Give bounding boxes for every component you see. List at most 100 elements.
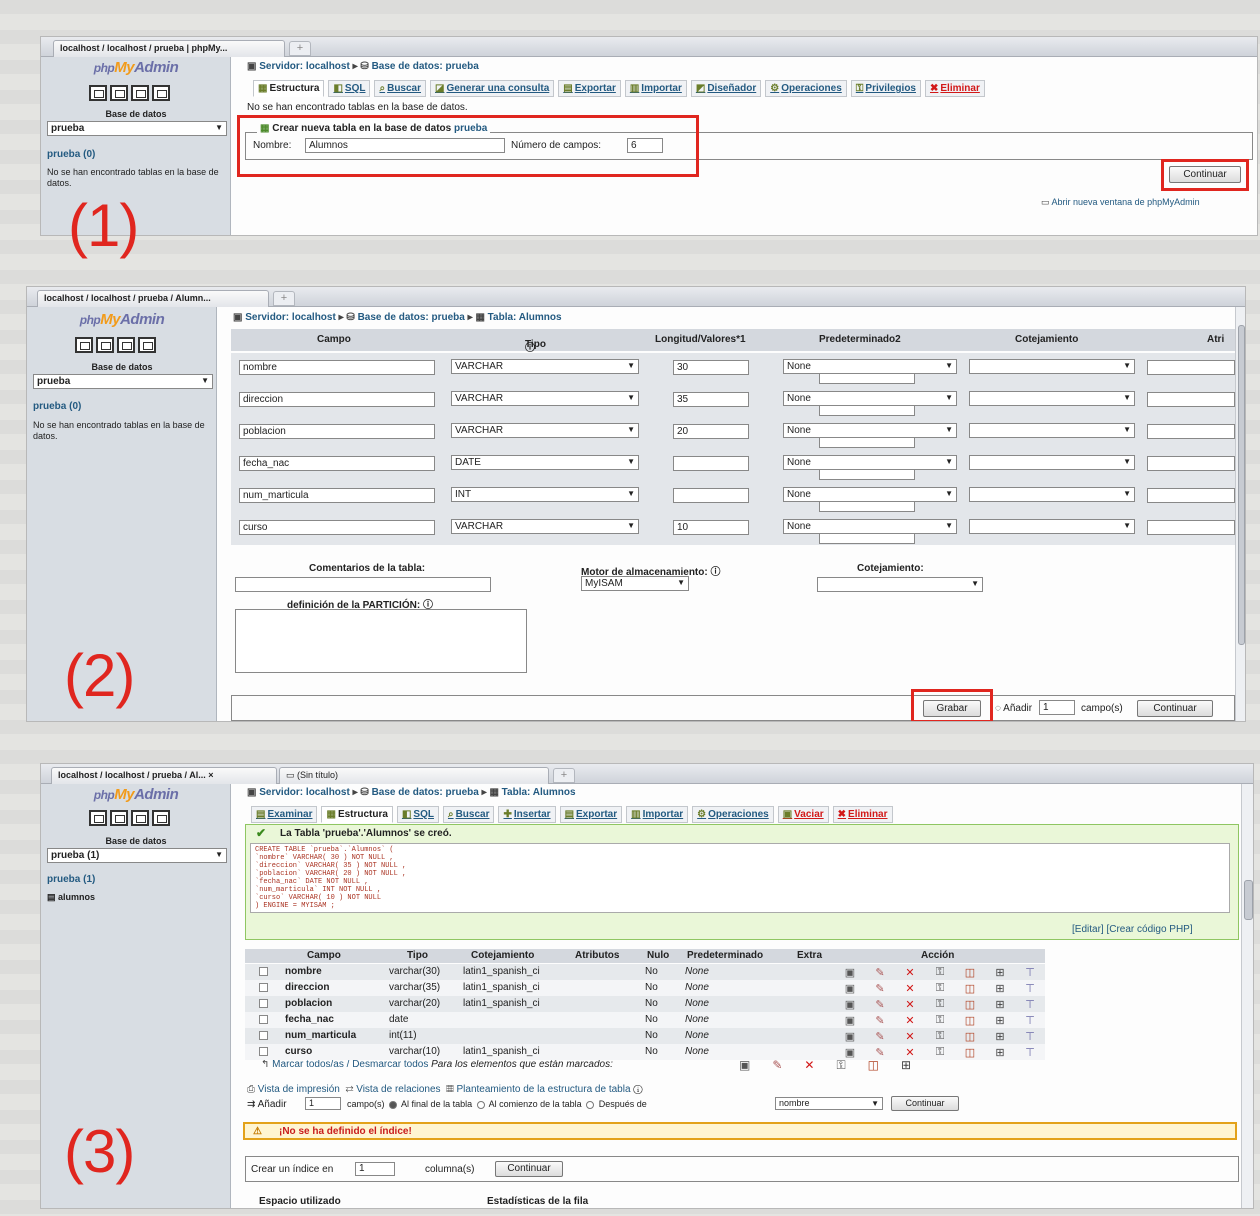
print-view-link[interactable]: Vista de impresión [258, 1084, 340, 1095]
breadcrumb-server[interactable]: Servidor: localhost [259, 787, 350, 798]
edit-icon[interactable]: ✎ [873, 982, 887, 995]
help-icon[interactable] [138, 337, 156, 353]
fulltext-icon[interactable]: ⊤ [1023, 966, 1037, 979]
table-link-alumnos[interactable]: ▤ alumnos [47, 892, 95, 903]
phpmyadmin-logo[interactable]: phpMyAdmin [27, 311, 217, 328]
row-checkbox[interactable] [259, 999, 268, 1008]
query-window-icon[interactable] [96, 337, 114, 353]
primary-icon[interactable]: ⚿ [836, 1058, 867, 1072]
browse-icon[interactable]: ▣ [843, 966, 857, 979]
table-collation-select[interactable] [817, 577, 983, 592]
tab-structure[interactable]: ▦ Estructura [321, 806, 393, 823]
breadcrumb-table[interactable]: Tabla: Alumnos [488, 312, 562, 323]
primary-icon[interactable]: ⚿ [933, 998, 947, 1011]
browser-tab[interactable]: localhost / localhost / prueba / Alumn..… [37, 290, 269, 307]
edit-icon[interactable]: ✎ [873, 1030, 887, 1043]
primary-icon[interactable]: ⚿ [933, 966, 947, 979]
unique-icon[interactable]: ◫ [868, 1058, 901, 1072]
field-name-input[interactable]: poblacion [239, 424, 435, 439]
field-type-select[interactable]: VARCHAR [451, 423, 639, 438]
field-type-select[interactable]: DATE [451, 455, 639, 470]
vertical-scrollbar[interactable] [1241, 784, 1253, 1208]
index-icon[interactable]: ⊞ [901, 1058, 933, 1072]
tab-privileges[interactable]: ⚿ Privilegios [850, 80, 921, 97]
add-fields-input[interactable]: 1 [305, 1097, 341, 1110]
radio-at-start[interactable] [476, 1100, 485, 1109]
field-default-select[interactable]: None [783, 487, 957, 502]
primary-icon[interactable]: ⚿ [933, 982, 947, 995]
row-checkbox[interactable] [259, 1047, 268, 1056]
unique-icon[interactable]: ◫ [963, 1030, 977, 1043]
index-columns-input[interactable]: 1 [355, 1162, 395, 1176]
drop-icon[interactable]: ✕ [903, 1014, 917, 1027]
db-link[interactable]: prueba (1) [47, 874, 95, 885]
tab-designer[interactable]: ◩ Diseñador [690, 80, 762, 97]
field-name-input[interactable]: num_marticula [239, 488, 435, 503]
new-tab-button[interactable]: + [289, 41, 311, 56]
tab-operations[interactable]: ⚙ Operaciones [765, 80, 847, 97]
tab-structure[interactable]: ▦ Estructura [253, 80, 325, 97]
breadcrumb-server[interactable]: Servidor: localhost [245, 312, 336, 323]
phpmyadmin-logo[interactable]: phpMyAdmin [41, 59, 231, 76]
tab-drop[interactable]: ✖ Eliminar [924, 80, 985, 97]
home-icon[interactable] [75, 337, 93, 353]
index-icon[interactable]: ⊞ [993, 1046, 1007, 1059]
field-default-select[interactable]: None [783, 359, 957, 374]
drop-icon[interactable]: ✕ [903, 998, 917, 1011]
field-collation-select[interactable] [969, 519, 1135, 534]
tab-query[interactable]: ◪ Generar una consulta [430, 80, 555, 97]
db-select[interactable]: prueba [47, 121, 227, 136]
browser-tab[interactable]: localhost / localhost / prueba | phpMy..… [53, 40, 285, 57]
help-icon[interactable]: ⓘ [525, 339, 535, 354]
field-type-select[interactable]: VARCHAR [451, 391, 639, 406]
field-type-select[interactable]: INT [451, 487, 639, 502]
drop-icon[interactable]: ✕ [903, 1046, 917, 1059]
field-default-select[interactable]: None [783, 455, 957, 470]
help-icon[interactable] [152, 85, 170, 101]
breadcrumb-db[interactable]: Base de datos: prueba [372, 61, 479, 72]
scrollbar-thumb[interactable] [1244, 880, 1253, 920]
field-type-select[interactable]: VARCHAR [451, 359, 639, 374]
query-window-icon[interactable] [110, 810, 128, 826]
unique-icon[interactable]: ◫ [963, 998, 977, 1011]
browse-icon[interactable]: ▣ [739, 1058, 772, 1072]
query-window-icon[interactable] [110, 85, 128, 101]
tab-empty[interactable]: ▣ Vaciar [777, 806, 829, 823]
field-collation-select[interactable] [969, 391, 1135, 406]
tab-sql[interactable]: ◧ SQL [328, 80, 371, 97]
field-collation-select[interactable] [969, 487, 1135, 502]
browse-icon[interactable]: ▣ [843, 1046, 857, 1059]
db-link[interactable]: prueba (0) [47, 149, 95, 160]
field-collation-select[interactable] [969, 455, 1135, 470]
edit-icon[interactable]: ✎ [873, 1046, 887, 1059]
tab-sql[interactable]: ◧ SQL [396, 806, 439, 823]
field-length-input[interactable] [673, 488, 749, 503]
field-length-input[interactable]: 20 [673, 424, 749, 439]
field-name-input[interactable]: curso [239, 520, 435, 535]
index-continue-button[interactable]: Continuar [495, 1161, 563, 1177]
fulltext-icon[interactable]: ⊤ [1023, 1046, 1037, 1059]
browser-tab[interactable]: localhost / localhost / prueba / Al... × [51, 767, 277, 784]
tab-operations[interactable]: ⚙ Operaciones [692, 806, 774, 823]
field-default-value-input[interactable] [819, 405, 915, 416]
field-collation-select[interactable] [969, 423, 1135, 438]
fulltext-icon[interactable]: ⊤ [1023, 998, 1037, 1011]
breadcrumb-table[interactable]: Tabla: Alumnos [502, 787, 576, 798]
breadcrumb-db[interactable]: Base de datos: prueba [358, 312, 465, 323]
field-name-input[interactable]: fecha_nac [239, 456, 435, 471]
docs-icon[interactable] [131, 810, 149, 826]
field-length-input[interactable] [673, 456, 749, 471]
field-default-select[interactable]: None [783, 423, 957, 438]
drop-icon[interactable]: ✕ [903, 1030, 917, 1043]
partition-textarea[interactable] [235, 609, 527, 673]
browse-icon[interactable]: ▣ [843, 982, 857, 995]
help-icon[interactable] [152, 810, 170, 826]
db-select[interactable]: prueba (1) [47, 848, 227, 863]
field-attributes-input[interactable] [1147, 424, 1235, 439]
after-field-select[interactable]: nombre [775, 1097, 883, 1110]
tab-search[interactable]: ⌕ Buscar [442, 806, 495, 823]
tab-search[interactable]: ⌕ Buscar [374, 80, 426, 97]
edit-sql-link[interactable]: Editar [1075, 924, 1101, 935]
radio-after[interactable] [586, 1100, 595, 1109]
add-continue-button[interactable]: Continuar [891, 1096, 959, 1111]
